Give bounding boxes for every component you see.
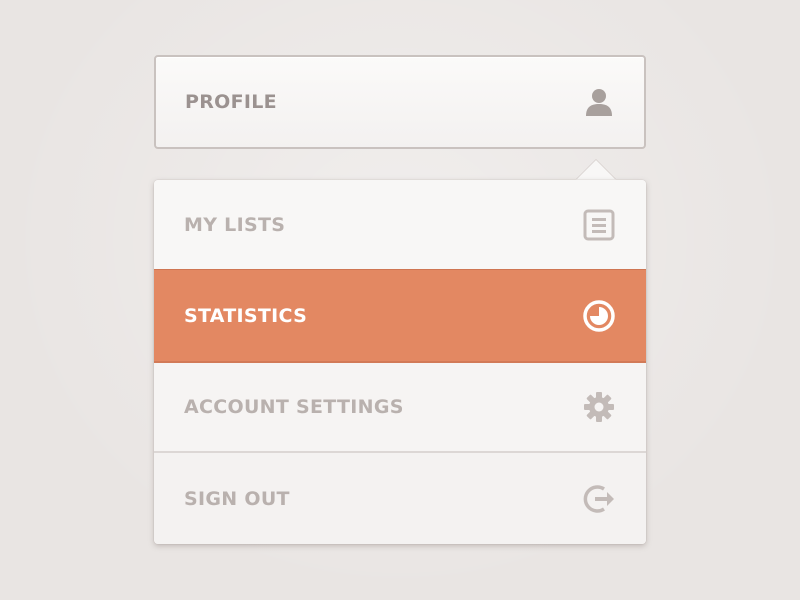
dropdown-pointer: [576, 160, 616, 180]
menu-item-account-settings[interactable]: ACCOUNT SETTINGS: [154, 363, 646, 453]
menu-item-label: ACCOUNT SETTINGS: [184, 396, 404, 418]
pie-chart-icon: [582, 299, 616, 333]
user-icon: [582, 85, 616, 119]
menu-item-sign-out[interactable]: SIGN OUT: [154, 453, 646, 544]
sign-out-icon: [582, 482, 616, 516]
list-icon: [582, 208, 616, 242]
menu-item-statistics[interactable]: STATISTICS: [154, 269, 646, 363]
profile-dropdown-menu: MY LISTS STATISTICS ACCOUNT SETTINGS SIG…: [154, 180, 646, 544]
menu-item-label: MY LISTS: [184, 214, 286, 236]
menu-item-label: STATISTICS: [184, 304, 308, 327]
profile-label: PROFILE: [185, 91, 277, 113]
menu-item-my-lists[interactable]: MY LISTS: [154, 180, 646, 270]
gear-icon: [582, 390, 616, 424]
menu-item-label: SIGN OUT: [184, 487, 290, 510]
profile-button[interactable]: PROFILE: [154, 55, 646, 149]
